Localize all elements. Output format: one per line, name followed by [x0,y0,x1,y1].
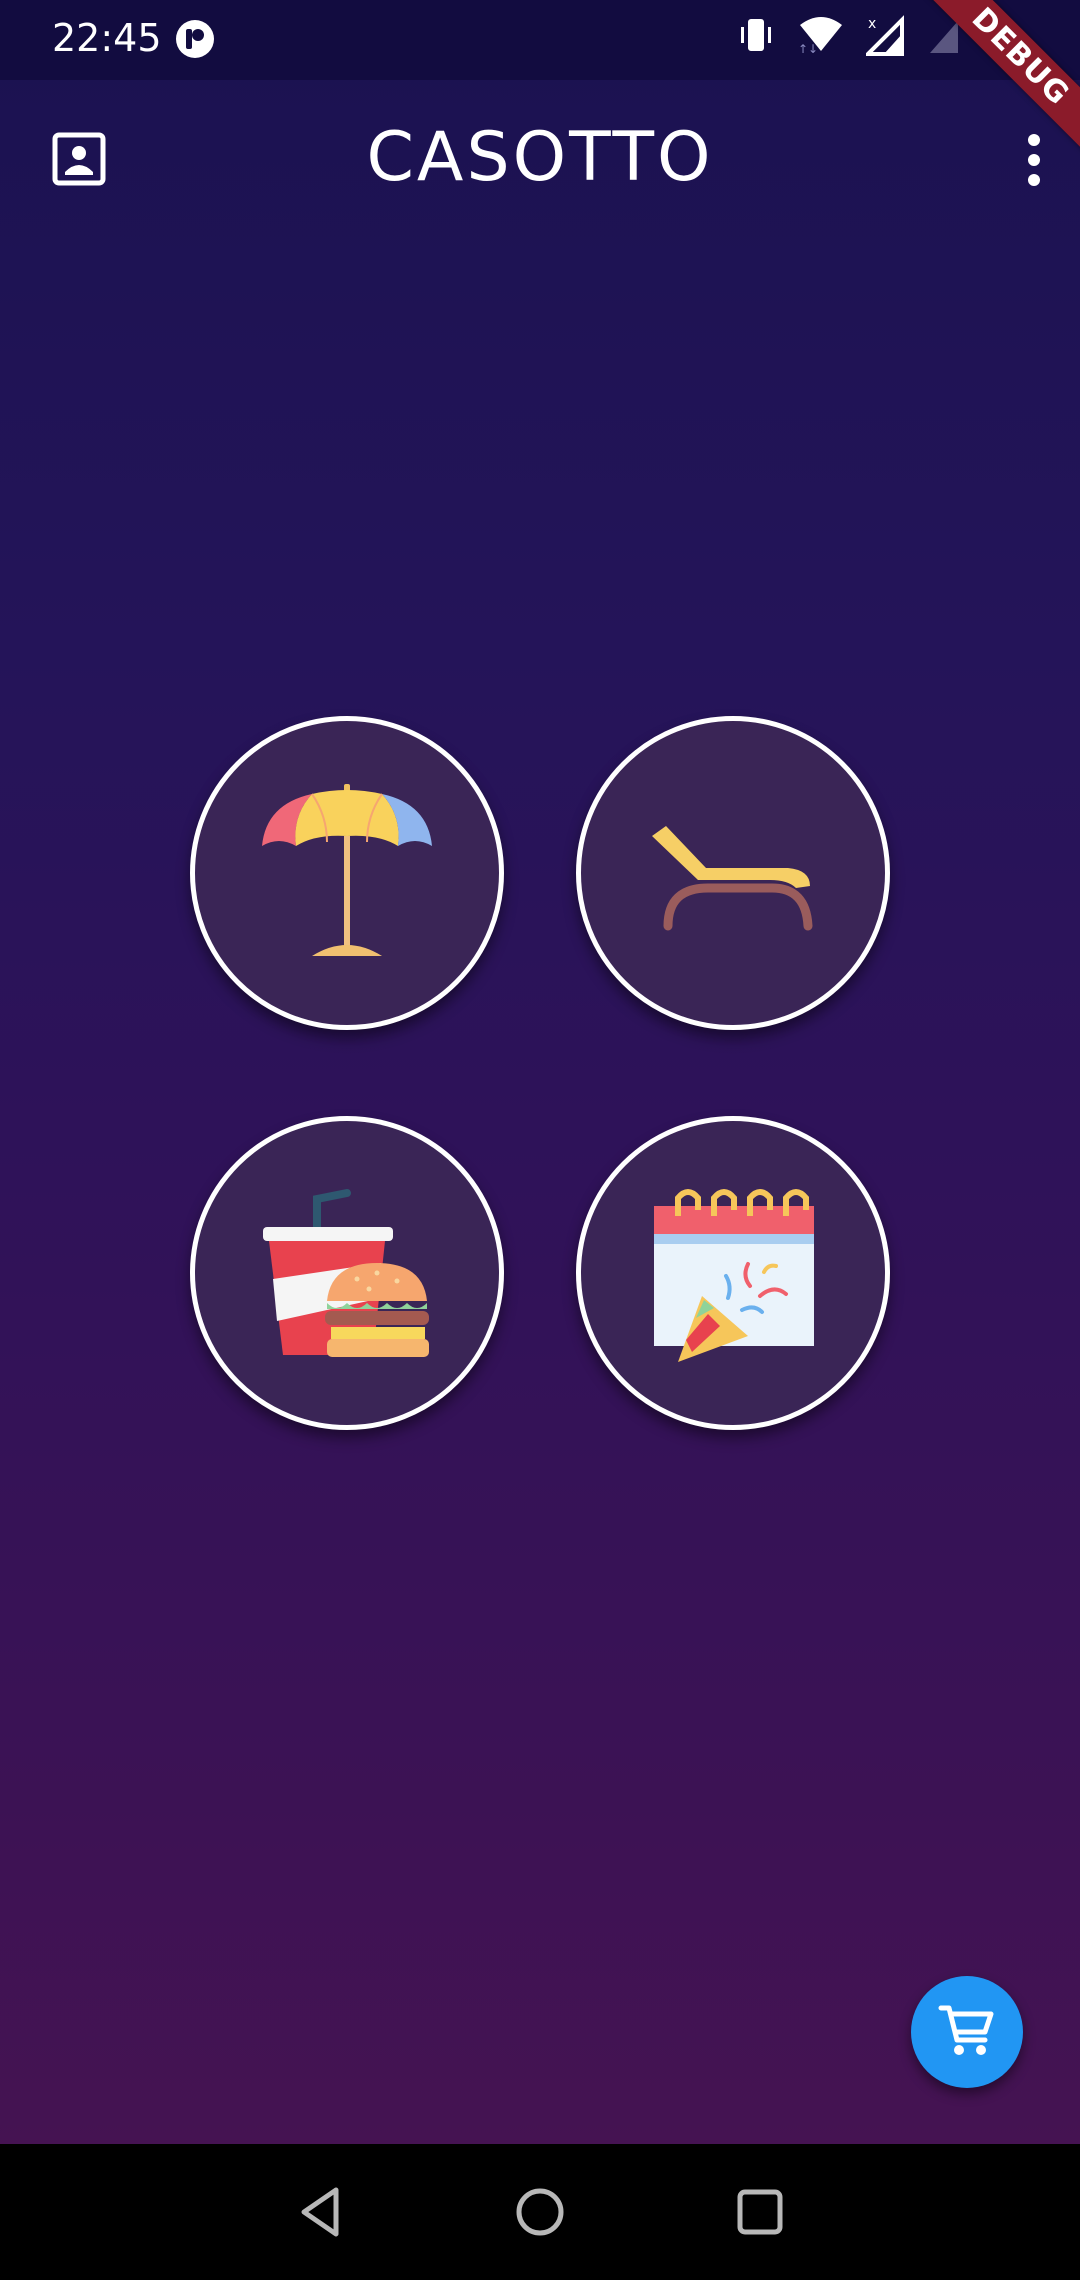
beach-umbrella-tile[interactable] [190,716,504,1030]
navigation-bar [0,2144,1080,2280]
status-time: 22:45 [52,16,162,60]
more-vert-icon [1018,134,1050,194]
shopping-cart-icon [937,2000,997,2065]
wifi-icon: ↑↓ [798,15,844,55]
cellular-signal-icon: x [866,14,906,56]
fast-food-icon [247,1171,447,1376]
sun-lounger-tile[interactable] [576,716,890,1030]
status-bar: 22:45 ↑↓ x [0,0,1080,80]
recents-button[interactable] [730,2182,790,2242]
events-tile[interactable] [576,1116,890,1430]
app-title: CASOTTO [366,118,714,197]
event-calendar-icon [638,1176,828,1371]
cart-fab[interactable] [911,1976,1023,2088]
overflow-menu-button[interactable] [1018,130,1050,190]
back-button[interactable] [292,2182,352,2242]
food-and-drinks-tile[interactable] [190,1116,504,1430]
app-notification-icon [174,18,216,65]
svg-text:x: x [868,16,876,32]
app-bar: CASOTTO [0,80,1080,238]
svg-text:↑↓: ↑↓ [798,42,818,55]
home-button[interactable] [510,2182,570,2242]
sun-lounger-icon [638,776,828,971]
vibrate-icon [736,15,776,55]
app-screen: 22:45 ↑↓ x DEBUG CASOTTO [0,0,1080,2144]
beach-umbrella-icon [252,776,442,971]
